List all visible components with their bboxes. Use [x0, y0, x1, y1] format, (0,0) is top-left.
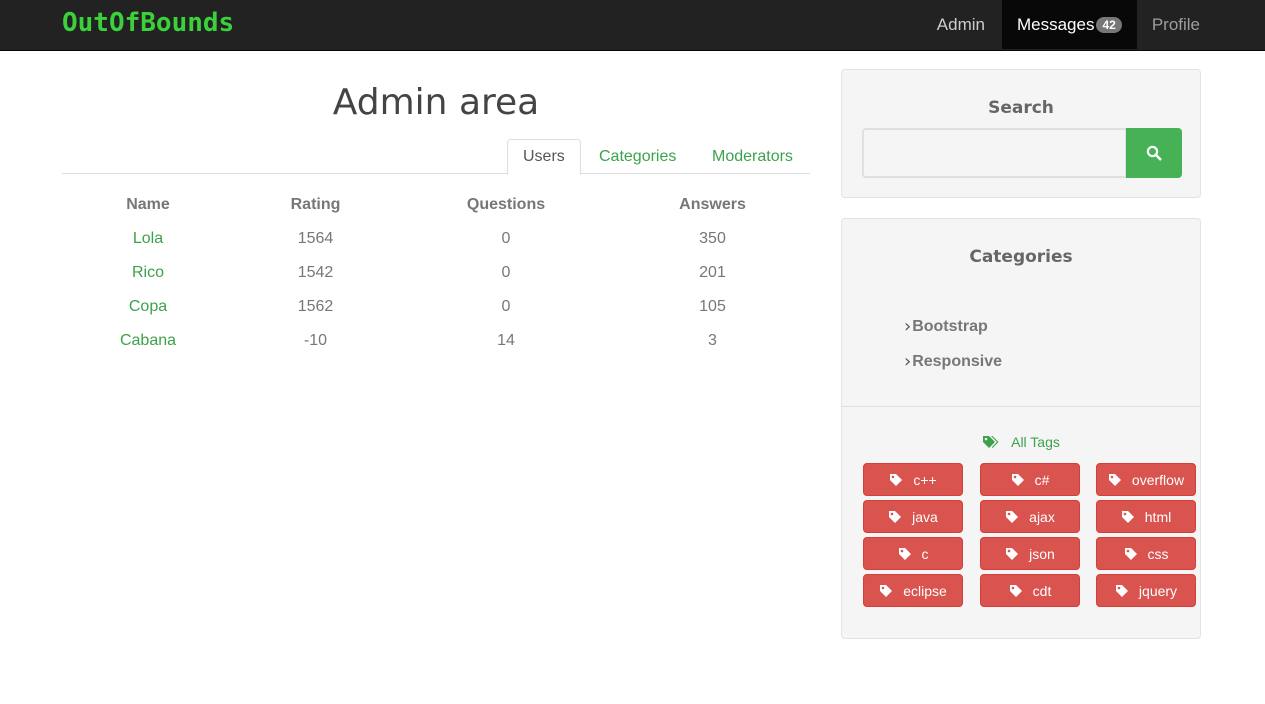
tab-users[interactable]: Users: [507, 139, 581, 175]
table-row: Lola 1564 0 350: [62, 222, 810, 256]
all-tags-label: All Tags: [1011, 434, 1060, 450]
tag-button[interactable]: css: [1096, 537, 1196, 570]
chevron-right-icon: ›: [904, 351, 912, 372]
user-name-link[interactable]: Copa: [62, 290, 234, 324]
categories-heading: Categories: [969, 247, 1073, 267]
categories-panel: Categories › Bootstrap › Responsive All …: [841, 218, 1201, 639]
tag-label: ajax: [1029, 508, 1055, 525]
nav-messages-label: Messages: [1016, 14, 1095, 34]
user-rating: -10: [303, 332, 328, 349]
tag-button[interactable]: overflow: [1096, 463, 1196, 496]
tag-icon: [1108, 473, 1121, 486]
tag-label: c#: [1034, 471, 1050, 488]
tag-button[interactable]: c++: [863, 463, 963, 496]
column-header-name: Name: [126, 196, 170, 213]
tag-icon: [1115, 584, 1128, 597]
table-row: Rico 1542 0 201: [62, 256, 810, 290]
user-answers: 3: [708, 332, 717, 349]
tag-label: java: [912, 508, 938, 525]
tag-icon: [1011, 473, 1024, 486]
tag-label: c++: [913, 471, 937, 488]
brand-logo[interactable]: OutOfBounds: [62, 8, 234, 38]
search-input[interactable]: [862, 128, 1127, 178]
user-name-link[interactable]: Cabana: [62, 324, 234, 358]
column-header-rating: Rating: [290, 196, 341, 213]
messages-count-badge: 42: [1096, 16, 1122, 33]
tag-label: c: [921, 545, 929, 562]
chevron-right-icon: ›: [904, 316, 912, 337]
users-table: Name Rating Questions Answers Lola 1564 …: [62, 188, 810, 358]
tag-label: html: [1144, 508, 1172, 525]
nav-admin-link[interactable]: Admin: [922, 0, 1002, 49]
tag-button[interactable]: cdt: [980, 574, 1080, 607]
user-answers: 201: [699, 264, 726, 281]
search-heading: Search: [988, 98, 1054, 118]
tag-icon: [889, 510, 902, 523]
user-questions: 14: [497, 332, 515, 349]
category-item-responsive[interactable]: › Responsive: [904, 344, 1002, 379]
tag-label: cdt: [1032, 582, 1052, 599]
tag-button[interactable]: eclipse: [863, 574, 963, 607]
tag-icon: [1009, 584, 1022, 597]
tag-icon: [1124, 547, 1137, 560]
tag-label: eclipse: [903, 582, 947, 599]
user-answers: 350: [699, 230, 726, 247]
category-label: Bootstrap: [912, 317, 988, 335]
search-panel: Search: [841, 69, 1201, 198]
tag-button[interactable]: html: [1096, 500, 1196, 533]
tag-button[interactable]: jquery: [1096, 574, 1196, 607]
page-title: Admin area: [332, 82, 540, 123]
column-header-questions: Questions: [466, 196, 546, 213]
user-questions: 0: [501, 230, 511, 247]
admin-tabs: Users Categories Moderators: [62, 139, 810, 175]
user-name-link[interactable]: Lola: [62, 222, 234, 256]
user-name-link[interactable]: Rico: [62, 256, 234, 290]
divider: [842, 406, 1200, 407]
tag-icon: [880, 584, 893, 597]
nav-menu: Admin Messages 42 Profile: [922, 0, 1215, 49]
tab-categories[interactable]: Categories: [584, 139, 691, 174]
category-item-bootstrap[interactable]: › Bootstrap: [904, 309, 1002, 344]
all-tags-link[interactable]: All Tags: [842, 434, 1200, 450]
tag-icon: [898, 547, 911, 560]
table-row: Copa 1562 0 105: [62, 290, 810, 324]
tag-label: overflow: [1131, 471, 1185, 488]
tab-moderators[interactable]: Moderators: [697, 139, 808, 174]
tag-button[interactable]: java: [863, 500, 963, 533]
nav-messages-link[interactable]: Messages 42: [1001, 0, 1137, 49]
tag-button[interactable]: ajax: [980, 500, 1080, 533]
tag-button[interactable]: json: [980, 537, 1080, 570]
user-rating: 1562: [297, 298, 334, 315]
user-questions: 0: [501, 298, 511, 315]
search-icon: [1146, 145, 1162, 161]
category-label: Responsive: [912, 352, 1003, 370]
tag-icon: [1006, 547, 1019, 560]
table-header-row: Name Rating Questions Answers: [62, 188, 810, 222]
user-questions: 0: [501, 264, 511, 281]
column-header-answers: Answers: [679, 196, 746, 213]
tag-icon: [1121, 510, 1134, 523]
tag-icon: [890, 473, 903, 486]
nav-profile-link[interactable]: Profile: [1137, 0, 1215, 49]
user-answers: 105: [699, 298, 726, 315]
user-rating: 1542: [297, 264, 334, 281]
tag-button[interactable]: c#: [980, 463, 1080, 496]
tag-label: jquery: [1138, 582, 1178, 599]
tag-icon: [1006, 510, 1019, 523]
table-row: Cabana -10 14 3: [62, 324, 810, 358]
navbar: OutOfBounds Admin Messages 42 Profile: [0, 0, 1265, 51]
tag-label: json: [1029, 545, 1055, 562]
user-rating: 1564: [297, 230, 334, 247]
category-list: › Bootstrap › Responsive: [904, 309, 1002, 379]
search-button[interactable]: [1126, 128, 1182, 178]
tags-icon: [983, 436, 999, 448]
tag-label: css: [1147, 545, 1169, 562]
tag-button[interactable]: c: [863, 537, 963, 570]
